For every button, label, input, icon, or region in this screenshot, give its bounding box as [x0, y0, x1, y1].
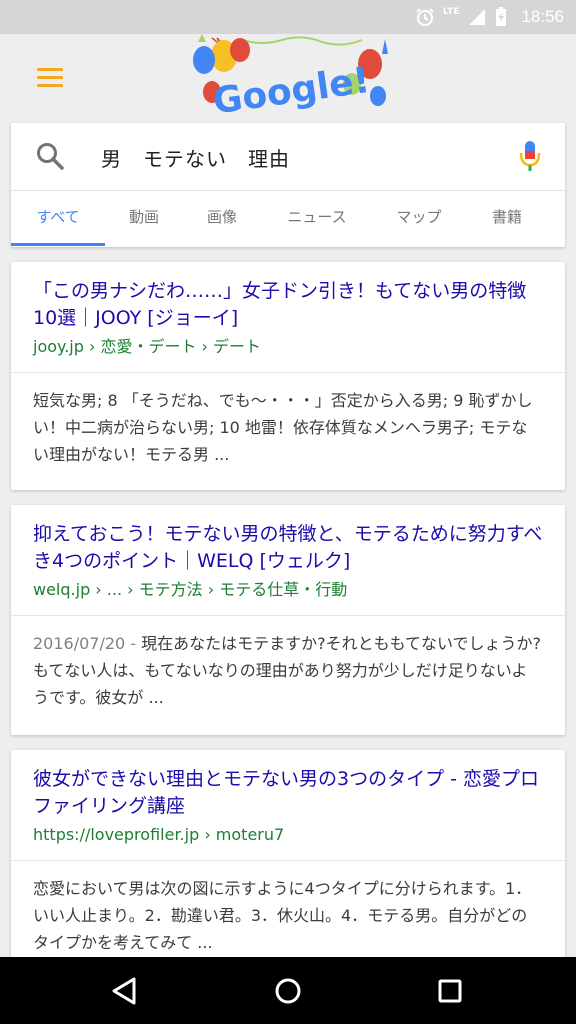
navigation-bar [0, 957, 576, 1024]
result-url[interactable]: welq.jp › ... › モテ方法 › モテる仕草・行動 [33, 579, 543, 601]
result-url[interactable]: jooy.jp › 恋愛・デート › デート [33, 336, 543, 358]
signal-icon [469, 9, 486, 25]
lte-indicator: LTE [442, 7, 460, 17]
tab-all[interactable]: すべて [11, 191, 105, 247]
tab-videos[interactable]: 動画 [105, 191, 183, 247]
home-icon[interactable] [270, 973, 306, 1009]
menu-icon[interactable] [37, 68, 63, 88]
doodle-text: Google! [210, 60, 372, 116]
search-result: 彼女ができない理由とモテない男の3つのタイプ - 恋愛プロファイリング講座 ht… [11, 750, 565, 990]
result-snippet: 恋愛において男は次の図に示すように4つタイプに分けられます。1．いい人止まり。2… [11, 861, 565, 970]
result-snippet-text: 恋愛において男は次の図に示すように4つタイプに分けられます。1．いい人止まり。2… [33, 879, 532, 952]
tab-books[interactable]: 書籍 [467, 191, 547, 247]
result-url[interactable]: https://loveprofiler.jp › moteru7 [33, 824, 543, 846]
header: Google! [0, 34, 576, 122]
tab-maps[interactable]: マップ [377, 191, 461, 247]
search-row: 男 モテない 理由 [11, 123, 565, 191]
recents-icon[interactable] [432, 973, 468, 1009]
clock: 18:56 [521, 7, 564, 26]
status-icons: LTE 18:56 [415, 0, 564, 34]
search-tabs: すべて 動画 画像 ニュース マップ 書籍 [11, 191, 565, 247]
result-title-link[interactable]: 「この男ナシだわ……」女子ドン引き！もてない男の特徴10選｜JOOY [ジョーイ… [33, 278, 543, 332]
search-box: 男 モテない 理由 すべて 動画 画像 ニュース マップ 書籍 [11, 123, 565, 247]
back-icon[interactable] [106, 973, 142, 1009]
result-header: 抑えておこう！モテない男の特徴と、モテるために努力すべき4つのポイント｜WELQ… [11, 505, 565, 616]
result-header: 彼女ができない理由とモテない男の3つのタイプ - 恋愛プロファイリング講座 ht… [11, 750, 565, 861]
result-title-link[interactable]: 抑えておこう！モテない男の特徴と、モテるために努力すべき4つのポイント｜WELQ… [33, 521, 543, 575]
search-input[interactable]: 男 モテない 理由 [101, 143, 290, 172]
active-tab-indicator [11, 243, 105, 246]
google-doodle[interactable]: Google! [182, 34, 392, 116]
status-bar: LTE 18:56 [0, 0, 576, 34]
mic-icon[interactable] [519, 139, 541, 175]
result-date: 2016/07/20 - [33, 634, 142, 653]
result-snippet: 2016/07/20 - 現在あなたはモテますか?それとももてないでしょうか?も… [11, 616, 565, 725]
tab-images[interactable]: 画像 [183, 191, 261, 247]
battery-icon [496, 7, 507, 26]
result-snippet: 短気な男; 8 「そうだね、でも〜・・・」否定から入る男; 9 恥ずかしい！中二… [11, 373, 565, 482]
result-title-link[interactable]: 彼女ができない理由とモテない男の3つのタイプ - 恋愛プロファイリング講座 [33, 766, 543, 820]
result-snippet-text: 短気な男; 8 「そうだね、でも〜・・・」否定から入る男; 9 恥ずかしい！中二… [33, 391, 533, 464]
alarm-icon [416, 8, 434, 26]
tab-news[interactable]: ニュース [267, 191, 367, 247]
result-header: 「この男ナシだわ……」女子ドン引き！もてない男の特徴10選｜JOOY [ジョーイ… [11, 262, 565, 373]
search-result: 「この男ナシだわ……」女子ドン引き！もてない男の特徴10選｜JOOY [ジョーイ… [11, 262, 565, 490]
search-icon[interactable] [35, 141, 65, 171]
search-result: 抑えておこう！モテない男の特徴と、モテるために努力すべき4つのポイント｜WELQ… [11, 505, 565, 735]
